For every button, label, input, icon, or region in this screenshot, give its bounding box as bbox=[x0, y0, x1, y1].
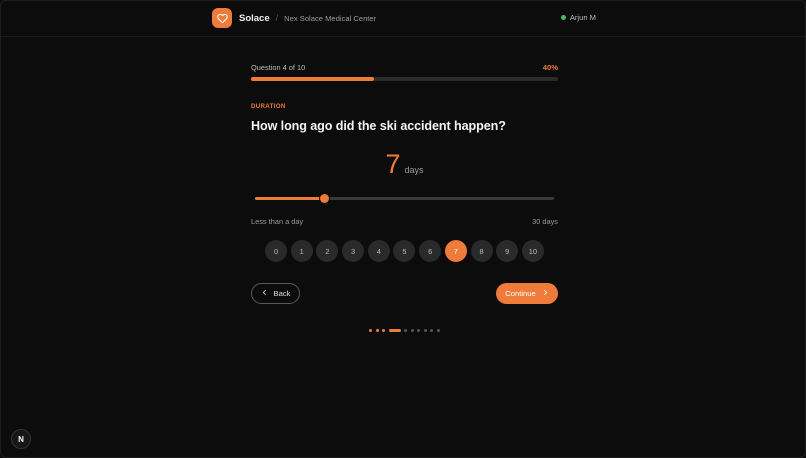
user-name: Arjun M bbox=[569, 13, 596, 22]
progress-bar bbox=[251, 77, 558, 81]
answer-unit: days bbox=[404, 165, 424, 175]
step-dot bbox=[417, 329, 420, 332]
quick-pick-4[interactable]: 4 bbox=[367, 240, 390, 262]
duration-slider[interactable] bbox=[255, 194, 554, 203]
continue-button-label: Continue bbox=[505, 289, 536, 298]
section-tag: DURATION bbox=[251, 103, 286, 110]
step-dot bbox=[423, 329, 427, 332]
top-bar: Solace / Nex Solace Medical Center Arjun… bbox=[1, 1, 806, 37]
quick-pick-3[interactable]: 3 bbox=[342, 240, 365, 262]
slider-fill bbox=[255, 197, 325, 200]
question-counter: Question 4 of 10 bbox=[251, 63, 306, 72]
quick-pick-8[interactable]: 8 bbox=[470, 240, 493, 262]
progress-bar-fill bbox=[251, 77, 374, 81]
organization-name: Nex Solace Medical Center bbox=[284, 13, 377, 23]
chevron-left-icon bbox=[261, 289, 268, 298]
answer-value: 7 bbox=[385, 149, 401, 179]
continue-button[interactable]: Continue bbox=[496, 283, 558, 304]
app-window: Solace / Nex Solace Medical Center Arjun… bbox=[0, 0, 806, 458]
slider-thumb[interactable] bbox=[320, 194, 330, 203]
quick-pick-7[interactable]: 7 bbox=[444, 240, 467, 262]
quick-pick-options: 0 1 2 3 4 5 6 7 8 9 10 bbox=[265, 240, 544, 262]
slider-max-label: 30 days bbox=[532, 217, 558, 226]
step-dot bbox=[436, 329, 440, 332]
step-dot bbox=[388, 329, 401, 332]
slider-min-label: Less than a day bbox=[251, 217, 304, 226]
answer-display: 7 days bbox=[251, 149, 558, 180]
step-dot bbox=[404, 329, 407, 332]
framework-badge[interactable]: N bbox=[11, 429, 31, 449]
quick-pick-6[interactable]: 6 bbox=[419, 240, 442, 262]
back-button-label: Back bbox=[273, 289, 291, 298]
step-dot bbox=[382, 329, 385, 332]
user-menu[interactable]: Arjun M bbox=[560, 13, 596, 22]
chevron-right-icon bbox=[542, 289, 549, 298]
quick-pick-9[interactable]: 9 bbox=[496, 240, 519, 262]
quick-pick-0[interactable]: 0 bbox=[265, 240, 287, 262]
quick-pick-2[interactable]: 2 bbox=[316, 240, 339, 262]
brand[interactable]: Solace / Nex Solace Medical Center bbox=[212, 8, 376, 28]
brand-name: Solace bbox=[239, 12, 270, 24]
quick-pick-10[interactable]: 10 bbox=[521, 240, 544, 262]
quick-pick-1[interactable]: 1 bbox=[290, 240, 313, 262]
step-dot bbox=[410, 329, 414, 332]
step-dot bbox=[369, 329, 372, 332]
back-button[interactable]: Back bbox=[251, 283, 300, 304]
online-status-dot bbox=[560, 15, 566, 20]
quick-pick-5[interactable]: 5 bbox=[393, 240, 416, 262]
breadcrumb-separator: / bbox=[275, 13, 279, 23]
heart-icon bbox=[212, 8, 232, 28]
progress-percent: 40% bbox=[542, 63, 558, 72]
question-text: How long ago did the ski accident happen… bbox=[251, 119, 506, 133]
step-dot bbox=[430, 329, 433, 332]
step-indicator bbox=[369, 329, 443, 332]
step-dot bbox=[375, 329, 379, 332]
